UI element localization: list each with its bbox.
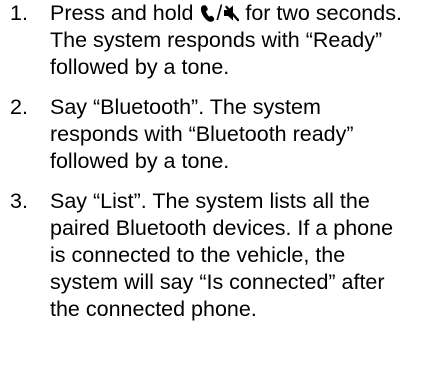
- mute-speaker-icon: [223, 3, 240, 23]
- instruction-steps: 1. Press and hold / for two seconds. The…: [0, 0, 422, 336]
- step-2: 2. Say “Bluetooth”. The system responds …: [0, 94, 422, 175]
- step-number: 2.: [10, 95, 28, 119]
- step-text: Press and hold / for two seconds. The sy…: [50, 0, 414, 81]
- step-number: 3.: [10, 189, 28, 213]
- step-1: 1. Press and hold / for two seconds. The…: [0, 0, 422, 81]
- step-text-start: Press and hold: [50, 1, 200, 25]
- phone-handset-icon: [199, 3, 215, 23]
- step-number: 1.: [10, 1, 28, 25]
- step-3: 3. Say “List”. The system lists all the …: [0, 188, 422, 323]
- step-text: Say “List”. The system lists all the pai…: [50, 189, 394, 321]
- step-text: Say “Bluetooth”. The system responds wit…: [50, 95, 354, 173]
- icon-separator: /: [216, 1, 223, 25]
